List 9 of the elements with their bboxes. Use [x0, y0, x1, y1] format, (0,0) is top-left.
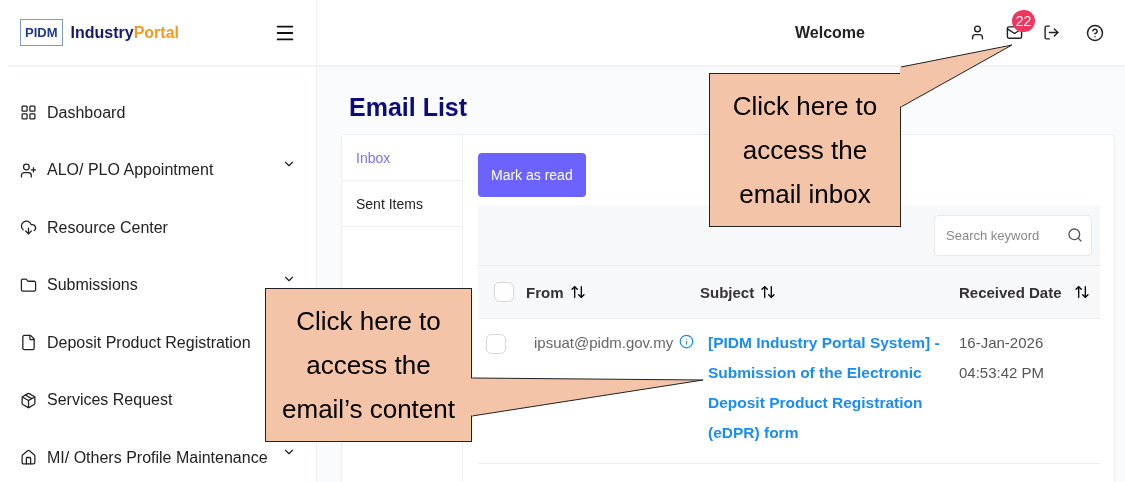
- callout-tooltip: Click here to access the email inbox: [709, 73, 901, 227]
- page-title: Email List: [349, 93, 468, 122]
- received-date: 16-Jan-2026 04:53:42 PM: [959, 333, 1046, 383]
- sender-address: ipsuat@pidm.gov.my: [534, 334, 674, 351]
- callout-tooltip: Click here to access the email’s content: [265, 288, 472, 442]
- logo: PIDM: [20, 19, 63, 46]
- welcome-text: Welcome: [795, 23, 866, 42]
- unread-badge: 22: [1012, 9, 1035, 32]
- brand-name: IndustryPortal: [70, 23, 180, 42]
